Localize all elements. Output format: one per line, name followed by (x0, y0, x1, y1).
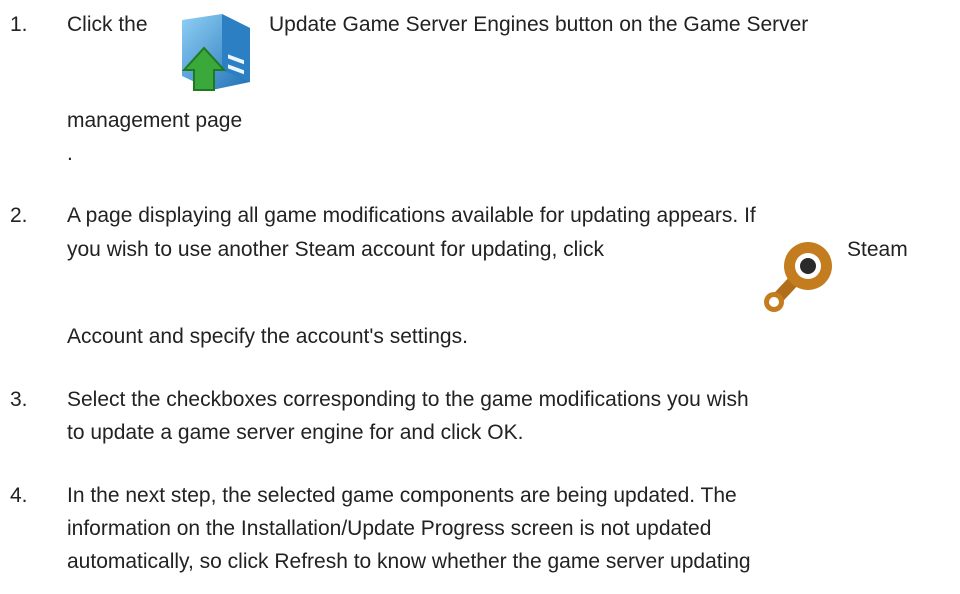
step-text: In the next step, the selected game comp… (67, 484, 737, 507)
step-text: Select the checkboxes corresponding to t… (67, 388, 749, 411)
step-number: 3. (10, 388, 28, 411)
step-text: to update a game server engine for and c… (67, 421, 524, 444)
step-number: 4. (10, 484, 28, 507)
step-text: Click the (67, 13, 148, 36)
update-server-icon (181, 14, 250, 91)
step-text: Steam (847, 238, 908, 261)
step-text: you wish to use another Steam account fo… (67, 238, 604, 261)
step-number: 1. (10, 13, 28, 36)
step-number: 2. (10, 204, 28, 227)
step-text: information on the Installation/Update P… (67, 517, 712, 540)
steam-icon (764, 242, 832, 312)
step-text: management page (67, 109, 243, 132)
step-text: automatically, so click Refresh to know … (67, 550, 751, 573)
step-text: Account and specify the account's settin… (67, 325, 468, 348)
step-text: A page displaying all game modifications… (67, 204, 756, 227)
step-text: . (67, 142, 73, 165)
step-text: Update Game Server Engines button on the… (269, 13, 809, 36)
